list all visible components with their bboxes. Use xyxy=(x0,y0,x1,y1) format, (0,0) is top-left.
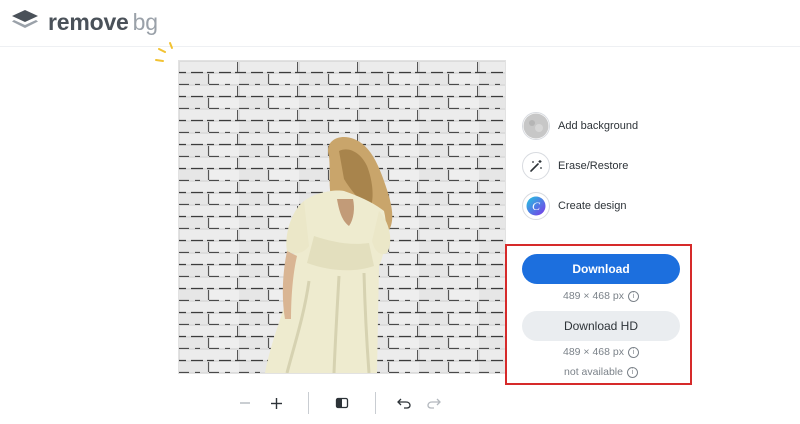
edited-image-preview[interactable] xyxy=(179,61,505,373)
zoom-in-icon[interactable] xyxy=(266,392,286,414)
download-size-text: 489 × 468 px xyxy=(562,290,624,302)
top-bar: remove bg xyxy=(0,0,800,47)
magic-wand-icon xyxy=(522,152,550,180)
add-background-label: Add background xyxy=(558,120,639,132)
texture-thumbnail-icon xyxy=(522,112,550,140)
info-icon[interactable]: i xyxy=(628,346,639,358)
compare-icon[interactable] xyxy=(332,392,352,414)
info-icon[interactable]: i xyxy=(626,366,638,378)
toolbar-divider xyxy=(375,392,376,414)
layers-icon xyxy=(10,8,40,37)
erase-restore-button[interactable]: Erase/Restore xyxy=(522,151,628,181)
logo-text-bg: bg xyxy=(132,8,158,35)
download-button[interactable]: Download xyxy=(522,254,680,284)
undo-icon[interactable] xyxy=(394,392,414,414)
erase-restore-label: Erase/Restore xyxy=(558,160,629,172)
toolbar-divider xyxy=(308,392,309,414)
photo-image xyxy=(179,61,505,373)
download-hd-size-info: 489 × 468 px i xyxy=(522,346,680,358)
zoom-out-icon[interactable] xyxy=(236,392,254,414)
download-hd-button[interactable]: Download HD xyxy=(522,311,680,341)
download-hd-status-info: not available i xyxy=(522,366,680,378)
download-size-info: 489 × 468 px i xyxy=(522,290,680,302)
info-icon[interactable]: i xyxy=(628,290,639,302)
svg-text:C: C xyxy=(532,199,541,213)
download-hd-status-text: not available xyxy=(564,366,623,378)
create-design-button[interactable]: C Create design xyxy=(522,191,627,221)
create-design-label: Create design xyxy=(558,200,627,212)
download-hd-size-text: 489 × 468 px xyxy=(562,346,624,358)
redo-icon[interactable] xyxy=(424,392,444,414)
add-background-button[interactable]: Add background xyxy=(522,111,638,141)
removebg-logo[interactable]: remove bg xyxy=(10,8,158,36)
canva-icon: C xyxy=(522,192,550,220)
logo-text-remove: remove xyxy=(48,8,129,35)
